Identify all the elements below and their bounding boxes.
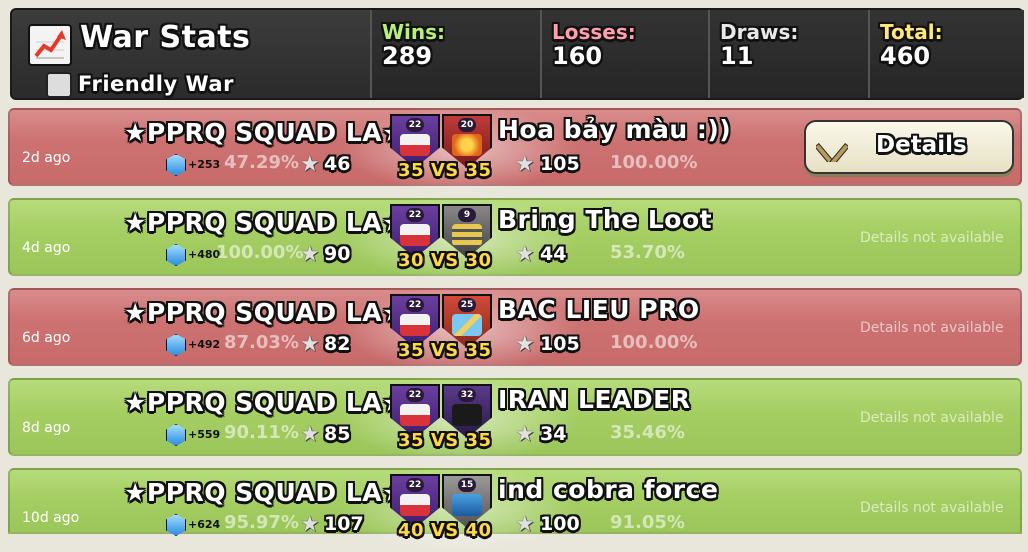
xp-gain: +492 — [188, 338, 221, 351]
star-icon: ★ — [300, 152, 320, 177]
friendly-war-label: Friendly War — [78, 72, 234, 96]
wins-stat: Wins: 289 — [370, 10, 542, 98]
clan-stars: 90 — [324, 243, 351, 265]
war-age: 8d ago — [22, 420, 71, 436]
war-age: 10d ago — [22, 510, 80, 526]
clan-destruction: 100.00% — [216, 242, 304, 263]
wins-value: 289 — [382, 42, 433, 70]
clan-level: 22 — [406, 478, 424, 492]
opponent-name: BAC LIEU PRO — [498, 295, 700, 324]
war-age: 6d ago — [22, 330, 71, 346]
opponent-level: 25 — [458, 298, 476, 312]
opponent-destruction: 91.05% — [610, 512, 685, 533]
opponent-stars: 34 — [540, 423, 567, 445]
clan-stars: 85 — [324, 423, 351, 445]
star-icon: ★ — [515, 242, 535, 267]
war-row: 6d ago ★PPRQ SQUAD LA★ +492 87.03% ★ 82 … — [8, 286, 1022, 372]
clan-destruction: 47.29% — [224, 152, 299, 173]
war-row: 2d ago ★PPRQ SQUAD LA★ +253 47.29% ★ 46 … — [8, 106, 1022, 192]
star-icon: ★ — [515, 332, 535, 357]
vs-text: 35 VS 35 — [398, 160, 492, 181]
xp-gem-icon — [166, 424, 186, 446]
opponent-stars: 105 — [540, 333, 580, 355]
draws-label: Draws: — [720, 20, 799, 44]
page-title: War Stats — [80, 20, 251, 55]
xp-gain: +559 — [188, 428, 221, 441]
clan-level: 22 — [406, 388, 424, 402]
clan-destruction: 95.97% — [224, 512, 299, 533]
clan-name: ★PPRQ SQUAD LA★ — [124, 388, 406, 417]
opponent-level: 32 — [458, 388, 476, 402]
star-icon: ★ — [300, 332, 320, 357]
war-age: 2d ago — [22, 150, 71, 166]
total-stat: Total: 460 — [868, 10, 1024, 98]
losses-value: 160 — [552, 42, 603, 70]
star-icon: ★ — [300, 242, 320, 267]
opponent-destruction: 53.70% — [610, 242, 685, 263]
opponent-name: Hoa bảy màu :)) — [498, 115, 732, 144]
clan-level: 22 — [406, 118, 424, 132]
chart-trend-icon — [28, 24, 72, 66]
title-block: War Stats Friendly War — [24, 18, 369, 98]
clan-stars: 82 — [324, 333, 351, 355]
star-icon: ★ — [515, 512, 535, 537]
xp-gain: +624 — [188, 518, 221, 531]
details-button[interactable]: Details — [804, 120, 1014, 174]
losses-stat: Losses: 160 — [540, 10, 710, 98]
opponent-name: IRAN LEADER — [498, 385, 691, 414]
clan-destruction: 87.03% — [224, 332, 299, 353]
opponent-destruction: 100.00% — [610, 152, 698, 173]
details-not-available: Details not available — [860, 500, 1004, 516]
opponent-stars: 100 — [540, 513, 580, 535]
star-icon: ★ — [515, 152, 535, 177]
star-icon: ★ — [515, 422, 535, 447]
vs-text: 30 VS 30 — [398, 250, 492, 271]
xp-gem-icon — [166, 244, 186, 266]
wins-label: Wins: — [382, 20, 446, 44]
draws-stat: Draws: 11 — [708, 10, 870, 98]
details-not-available: Details not available — [860, 230, 1004, 246]
details-not-available: Details not available — [860, 410, 1004, 426]
xp-gem-icon — [166, 334, 186, 356]
opponent-destruction: 100.00% — [610, 332, 698, 353]
war-age: 4d ago — [22, 240, 71, 256]
friendly-war-checkbox[interactable] — [46, 72, 72, 98]
vs-text: 40 VS 40 — [398, 520, 492, 541]
details-not-available: Details not available — [860, 320, 1004, 336]
war-stats-header: War Stats Friendly War Wins: 289 Losses:… — [10, 8, 1024, 100]
xp-gem-icon — [166, 514, 186, 536]
clan-name: ★PPRQ SQUAD LA★ — [124, 208, 406, 237]
war-row: 10d ago ★PPRQ SQUAD LA★ +624 95.97% ★ 10… — [8, 466, 1022, 552]
clan-stars: 46 — [324, 153, 351, 175]
star-icon: ★ — [300, 422, 320, 447]
clan-name: ★PPRQ SQUAD LA★ — [124, 118, 406, 147]
star-icon: ★ — [300, 512, 320, 537]
war-row: 8d ago ★PPRQ SQUAD LA★ +559 90.11% ★ 85 … — [8, 376, 1022, 462]
losses-label: Losses: — [552, 20, 636, 44]
clan-stars: 107 — [324, 513, 364, 535]
total-value: 460 — [880, 42, 931, 70]
opponent-stars: 44 — [540, 243, 567, 265]
opponent-name: ind cobra force — [498, 475, 719, 504]
clan-level: 22 — [406, 298, 424, 312]
vs-text: 35 VS 35 — [398, 430, 492, 451]
crossed-swords-icon — [814, 132, 850, 168]
opponent-level: 20 — [458, 118, 476, 132]
xp-gain: +253 — [188, 158, 221, 171]
war-row: 4d ago ★PPRQ SQUAD LA★ +480 100.00% ★ 90… — [8, 196, 1022, 282]
total-label: Total: — [880, 20, 943, 44]
clan-name: ★PPRQ SQUAD LA★ — [124, 298, 406, 327]
xp-gem-icon — [166, 154, 186, 176]
vs-text: 35 VS 35 — [398, 340, 492, 361]
opponent-level: 9 — [458, 208, 476, 222]
details-label: Details — [876, 132, 967, 158]
clan-level: 22 — [406, 208, 424, 222]
opponent-stars: 105 — [540, 153, 580, 175]
opponent-name: Bring The Loot — [498, 205, 713, 234]
draws-value: 11 — [720, 42, 754, 70]
opponent-destruction: 35.46% — [610, 422, 685, 443]
clan-name: ★PPRQ SQUAD LA★ — [124, 478, 406, 507]
clan-destruction: 90.11% — [224, 422, 299, 443]
opponent-level: 15 — [458, 478, 476, 492]
